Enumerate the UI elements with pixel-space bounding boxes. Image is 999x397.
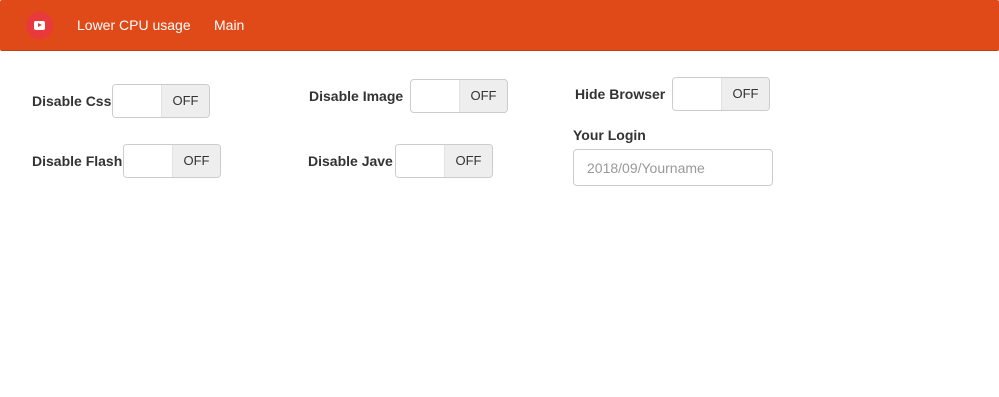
disable-jave-label: Disable Jave <box>308 153 393 169</box>
disable-jave-toggle[interactable]: OFF <box>395 144 493 178</box>
toggle-handle <box>124 145 172 177</box>
login-input[interactable] <box>573 149 773 186</box>
disable-image-toggle[interactable]: OFF <box>410 79 508 113</box>
hide-browser-label: Hide Browser <box>575 86 666 102</box>
toggle-off-state: OFF <box>161 85 209 117</box>
toggle-off-state: OFF <box>459 80 507 112</box>
toggle-handle <box>396 145 444 177</box>
toggle-off-state: OFF <box>444 145 492 177</box>
nav-link-lower-cpu-usage[interactable]: Lower CPU usage <box>77 17 191 33</box>
toggle-handle <box>673 78 721 110</box>
play-button-glyph <box>34 21 45 30</box>
top-navbar: Lower CPU usage Main <box>0 0 999 51</box>
toggle-handle <box>113 85 161 117</box>
youtube-play-icon[interactable] <box>26 12 53 39</box>
disable-flash-label: Disable Flash <box>32 153 123 169</box>
disable-css-label: Disable Css <box>32 93 112 109</box>
hide-browser-toggle[interactable]: OFF <box>672 77 770 111</box>
toggle-handle <box>411 80 459 112</box>
disable-image-label: Disable Image <box>309 88 404 104</box>
toggle-off-state: OFF <box>172 145 220 177</box>
disable-css-toggle[interactable]: OFF <box>112 84 210 118</box>
toggle-off-state: OFF <box>721 78 769 110</box>
disable-flash-toggle[interactable]: OFF <box>123 144 221 178</box>
your-login-label: Your Login <box>573 127 646 143</box>
nav-link-main[interactable]: Main <box>214 17 244 33</box>
